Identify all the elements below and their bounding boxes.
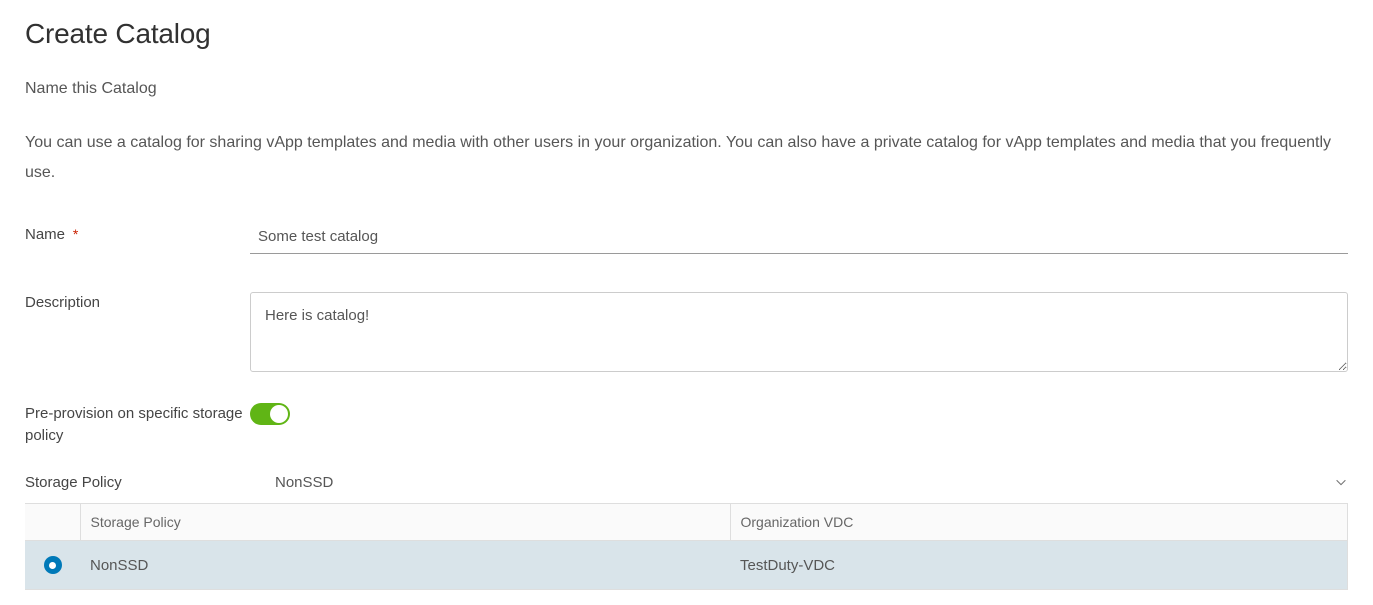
storage-policy-label: Storage Policy bbox=[25, 474, 122, 491]
page-title: Create Catalog bbox=[25, 18, 1348, 50]
storage-policy-dropdown[interactable]: NonSSD bbox=[275, 470, 1348, 495]
name-input[interactable] bbox=[250, 224, 1348, 254]
preprovision-toggle[interactable] bbox=[250, 403, 290, 425]
storage-policy-row: Storage Policy NonSSD bbox=[25, 470, 1348, 495]
name-label: Name bbox=[25, 226, 65, 243]
preprovision-row: Pre-provision on specific storage policy bbox=[25, 403, 1348, 448]
name-row: Name * bbox=[25, 224, 1348, 254]
description-textarea[interactable]: Here is catalog! bbox=[250, 292, 1348, 372]
required-asterisk-icon: * bbox=[73, 226, 78, 242]
table-header-storage-policy: Storage Policy bbox=[80, 503, 730, 540]
toggle-knob-icon bbox=[270, 405, 288, 423]
table-header-radio bbox=[25, 503, 80, 540]
section-subtitle: Name this Catalog bbox=[25, 80, 1348, 98]
cell-storage-policy: NonSSD bbox=[80, 540, 730, 590]
chevron-down-icon bbox=[1334, 475, 1348, 489]
help-text: You can use a catalog for sharing vApp t… bbox=[25, 128, 1348, 189]
cell-org-vdc: TestDuty-VDC bbox=[730, 540, 1348, 590]
description-label: Description bbox=[25, 294, 100, 311]
table-row[interactable]: NonSSD TestDuty-VDC bbox=[25, 540, 1348, 590]
storage-policy-table: Storage Policy Organization VDC NonSSD T… bbox=[25, 503, 1348, 591]
storage-policy-selected-value: NonSSD bbox=[275, 470, 1334, 495]
preprovision-label: Pre-provision on specific storage policy bbox=[25, 405, 243, 445]
radio-selected-icon bbox=[49, 562, 56, 569]
radio-button[interactable] bbox=[44, 556, 62, 574]
table-header-org-vdc: Organization VDC bbox=[730, 503, 1348, 540]
description-row: Description Here is catalog! bbox=[25, 292, 1348, 375]
